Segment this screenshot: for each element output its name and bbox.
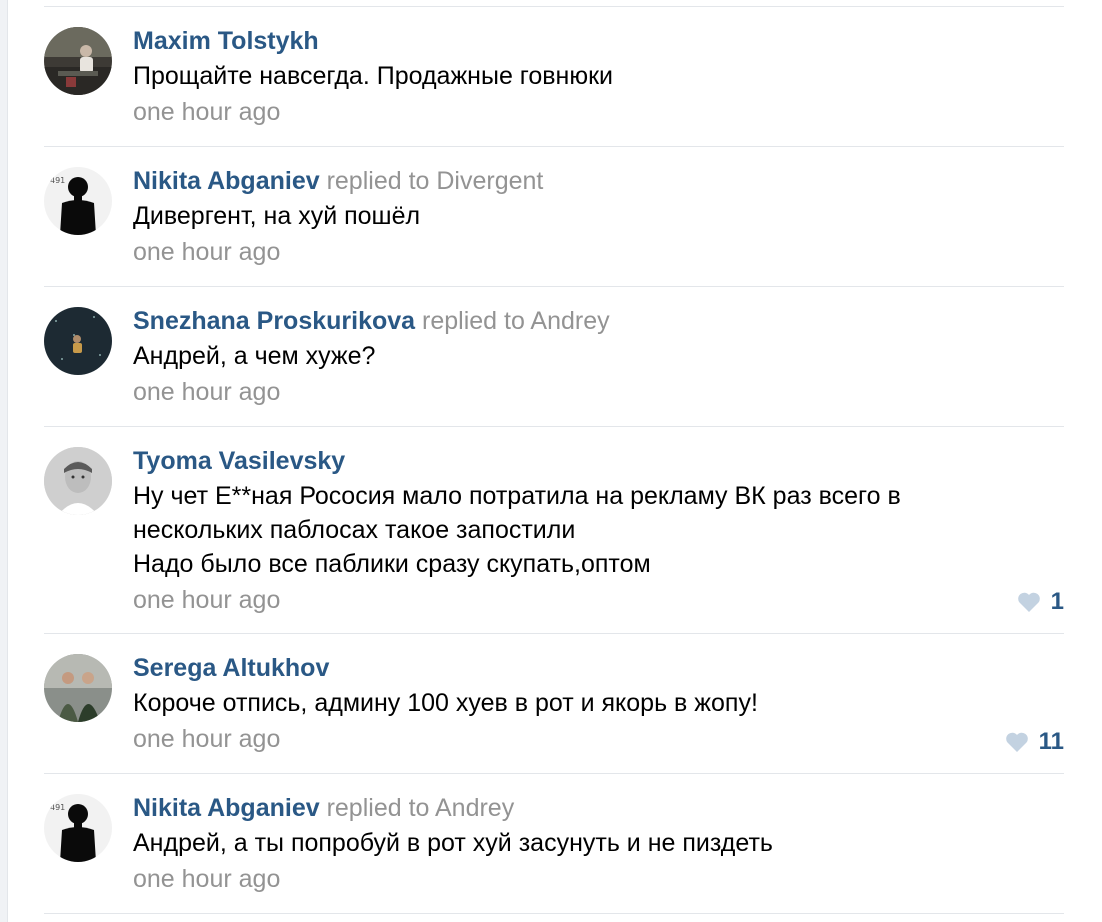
comment-text: Ну чет Е**ная Росoсия мало потратила на … bbox=[133, 479, 1064, 581]
comment-text-line: нескольких паблосах такое запостили bbox=[133, 516, 576, 544]
left-border bbox=[0, 0, 8, 922]
top-divider bbox=[44, 0, 1064, 7]
comment-header: Nikita Abganiev replied to Andrey bbox=[133, 792, 1064, 824]
avatar-photo-icon bbox=[44, 447, 112, 515]
comment-header: Tyoma Vasilevsky bbox=[133, 445, 1064, 477]
heart-icon bbox=[1017, 592, 1040, 612]
avatar[interactable]: 491 bbox=[44, 794, 112, 862]
heart-icon bbox=[1005, 732, 1028, 752]
comment-body: Nikita Abganiev replied to Divergent Див… bbox=[133, 165, 1064, 269]
comment-item: Snezhana Proskurikova replied to Andrey … bbox=[44, 287, 1064, 427]
author-link[interactable]: Snezhana Proskurikova bbox=[133, 307, 415, 335]
avatar-silhouette-icon: 491 bbox=[44, 794, 112, 862]
avatar-photo-icon bbox=[44, 654, 112, 722]
svg-text:491: 491 bbox=[50, 803, 65, 812]
replied-to-link[interactable]: replied to Divergent bbox=[327, 167, 544, 195]
comment-body: Maxim Tolstykh Прощайте навсегда. Продаж… bbox=[133, 25, 1064, 129]
comment-item: Serega Altukhov Короче отпись, админу 10… bbox=[44, 634, 1064, 774]
comment-header: Snezhana Proskurikova replied to Andrey bbox=[133, 305, 1064, 337]
comment-text: Короче отпись, админу 100 хуев в рот и я… bbox=[133, 686, 1064, 720]
comment-text-line: Короче отпись, админу 100 хуев в рот и я… bbox=[133, 689, 758, 717]
comment-body: Nikita Abganiev replied to Andrey Андрей… bbox=[133, 792, 1064, 896]
svg-text:491: 491 bbox=[50, 176, 65, 185]
comment-header: Maxim Tolstykh bbox=[133, 25, 1064, 57]
like-button[interactable]: 1 bbox=[1017, 585, 1064, 619]
avatar[interactable] bbox=[44, 447, 112, 515]
comment-time[interactable]: one hour ago bbox=[133, 722, 1064, 756]
author-link[interactable]: Maxim Tolstykh bbox=[133, 27, 319, 55]
comment-body: Tyoma Vasilevsky Ну чет Е**ная Росoсия м… bbox=[133, 445, 1064, 617]
comment-body: Snezhana Proskurikova replied to Andrey … bbox=[133, 305, 1064, 409]
comment-text-line: Андрей, а чем хуже? bbox=[133, 342, 376, 370]
avatar-photo-icon bbox=[44, 27, 112, 95]
avatar-photo-icon bbox=[44, 307, 112, 375]
comments-feed: Maxim Tolstykh Прощайте навсегда. Продаж… bbox=[44, 0, 1064, 914]
comment-item: Tyoma Vasilevsky Ну чет Е**ная Росoсия м… bbox=[44, 427, 1064, 634]
comment-text: Прощайте навсегда. Продажные говнюки bbox=[133, 59, 1064, 93]
comment-time[interactable]: one hour ago bbox=[133, 375, 1064, 409]
comment-text-line: Дивергент, на хуй пошёл bbox=[133, 202, 421, 230]
comment-item: Maxim Tolstykh Прощайте навсегда. Продаж… bbox=[44, 7, 1064, 147]
replied-to-link[interactable]: replied to Andrey bbox=[422, 307, 610, 335]
comment-time[interactable]: one hour ago bbox=[133, 235, 1064, 269]
like-count: 11 bbox=[1038, 728, 1064, 755]
comment-time[interactable]: one hour ago bbox=[133, 862, 1064, 896]
comment-item: 491 Nikita Abganiev replied to Andrey Ан… bbox=[44, 774, 1064, 914]
comment-time[interactable]: one hour ago bbox=[133, 583, 1064, 617]
like-count: 1 bbox=[1050, 588, 1064, 615]
comment-text: Андрей, а чем хуже? bbox=[133, 339, 1064, 373]
comment-header: Nikita Abganiev replied to Divergent bbox=[133, 165, 1064, 197]
avatar[interactable]: 491 bbox=[44, 167, 112, 235]
comment-item: 491 Nikita Abganiev replied to Divergent… bbox=[44, 147, 1064, 287]
comment-text-line: Андрей, а ты попробуй в рот хуй засунуть… bbox=[133, 829, 773, 857]
author-link[interactable]: Nikita Abganiev bbox=[133, 167, 320, 195]
replied-to-link[interactable]: replied to Andrey bbox=[327, 794, 515, 822]
comment-text-line: Прощайте навсегда. Продажные говнюки bbox=[133, 62, 614, 90]
avatar[interactable] bbox=[44, 27, 112, 95]
comment-text: Андрей, а ты попробуй в рот хуй засунуть… bbox=[133, 826, 1064, 860]
author-link[interactable]: Tyoma Vasilevsky bbox=[133, 447, 345, 475]
avatar[interactable] bbox=[44, 654, 112, 722]
comment-time[interactable]: one hour ago bbox=[133, 95, 1064, 129]
comment-text-line: Ну чет Е**ная Росoсия мало потратила на … bbox=[133, 482, 901, 510]
comment-text-line: Надо было все паблики сразу скупать,опто… bbox=[133, 550, 651, 578]
like-button[interactable]: 11 bbox=[1005, 725, 1064, 759]
avatar-silhouette-icon: 491 bbox=[44, 167, 112, 235]
comment-body: Serega Altukhov Короче отпись, админу 10… bbox=[133, 652, 1064, 756]
comment-text: Дивергент, на хуй пошёл bbox=[133, 199, 1064, 233]
author-link[interactable]: Serega Altukhov bbox=[133, 654, 329, 682]
avatar[interactable] bbox=[44, 307, 112, 375]
comment-header: Serega Altukhov bbox=[133, 652, 1064, 684]
author-link[interactable]: Nikita Abganiev bbox=[133, 794, 320, 822]
